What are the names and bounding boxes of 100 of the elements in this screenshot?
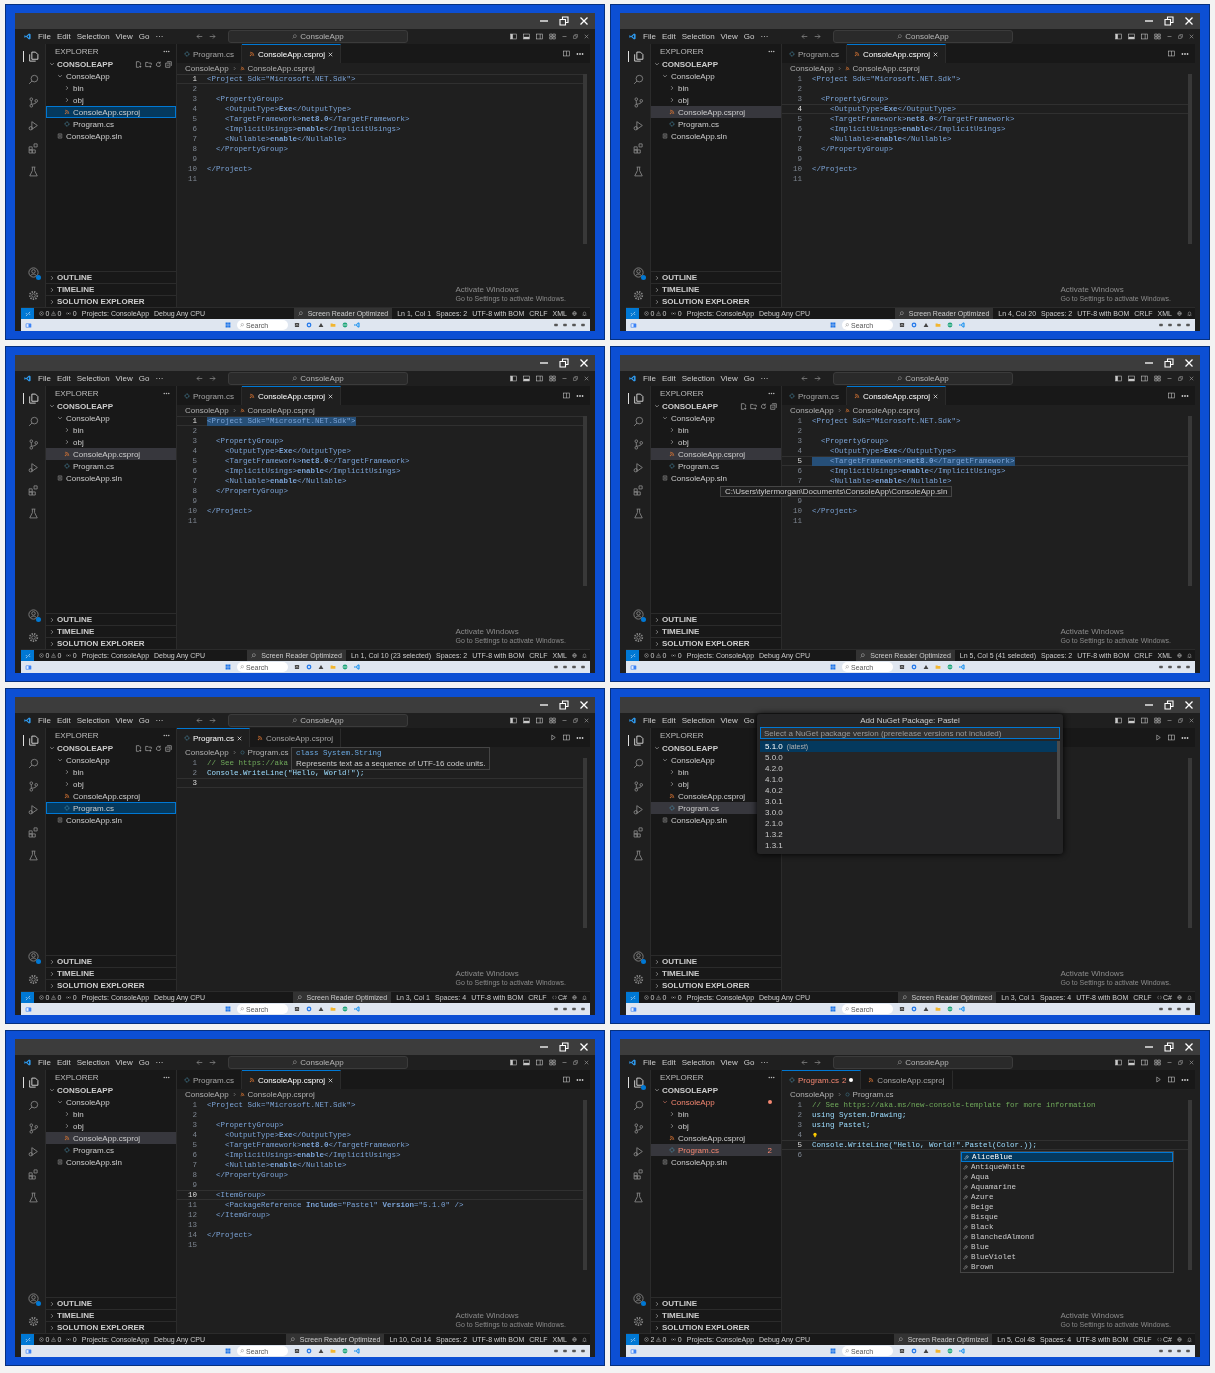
search-icon[interactable] [27, 74, 39, 85]
list-option[interactable]: 4.2.0 [760, 763, 1057, 774]
layout-icon[interactable] [1115, 375, 1122, 382]
layout-icon[interactable] [510, 1059, 517, 1066]
breadcrumb-item[interactable]: ConsoleApp [790, 1090, 834, 1099]
layout-icon[interactable] [1128, 717, 1135, 724]
files-icon[interactable] [22, 1077, 39, 1088]
breadcrumb-item[interactable]: ConsoleApp.csproj [247, 64, 315, 73]
layout-icon[interactable] [1115, 33, 1122, 40]
new-file-icon[interactable] [740, 402, 747, 410]
collapse-icon[interactable] [165, 744, 172, 752]
extensions-icon[interactable] [632, 1169, 644, 1180]
tree-item[interactable]: Program.cs 2 [651, 1144, 781, 1156]
menu-item[interactable]: File [643, 1058, 656, 1067]
files-icon[interactable] [22, 393, 39, 404]
globe-icon[interactable] [1177, 653, 1182, 658]
app-icon[interactable] [294, 322, 300, 328]
menu-item[interactable]: View [720, 716, 738, 725]
section-header[interactable]: OUTLINE [46, 613, 176, 625]
layout-icon[interactable] [536, 33, 543, 40]
menu-item[interactable]: Edit [56, 32, 71, 41]
tree-item[interactable]: Program.cs [46, 1144, 176, 1156]
tree-item[interactable]: ConsoleApp [46, 412, 176, 424]
account-icon[interactable] [632, 267, 644, 278]
breadcrumb-item[interactable]: Program.cs [247, 748, 289, 757]
bell-icon[interactable] [1187, 653, 1192, 658]
list-option[interactable]: 5.0.0 [760, 752, 1057, 763]
run-icon[interactable] [1155, 734, 1162, 741]
new-file-icon[interactable] [135, 744, 142, 752]
layout-icon[interactable] [510, 375, 517, 382]
tree-item[interactable]: ConsoleApp [46, 754, 176, 766]
tree-item[interactable]: ConsoleApp [46, 1096, 176, 1108]
zoom-icon[interactable] [860, 653, 866, 658]
app-icon[interactable] [294, 1006, 300, 1012]
zoom-icon[interactable] [897, 1337, 903, 1342]
extensions-icon[interactable] [632, 143, 644, 154]
settings-icon[interactable] [27, 632, 39, 643]
extensions-icon[interactable] [27, 143, 39, 154]
chevron-icon[interactable] [49, 1087, 55, 1093]
forward-arrow-icon[interactable] [209, 1059, 216, 1066]
list-option[interactable]: 1.3.2 [760, 829, 1057, 840]
split-editor-icon[interactable] [1168, 50, 1175, 57]
widget-icon[interactable] [630, 1005, 637, 1013]
chevron-icon[interactable] [49, 403, 55, 409]
run-debug-icon[interactable] [632, 1146, 644, 1157]
split-editor-icon[interactable] [563, 50, 570, 57]
new-folder-icon[interactable] [145, 744, 152, 752]
layout-icon[interactable] [1115, 1059, 1122, 1066]
chevron-icon[interactable] [654, 1087, 660, 1093]
run-debug-icon[interactable] [27, 462, 39, 473]
tree-item[interactable]: obj [651, 436, 781, 448]
zoom-icon[interactable] [898, 311, 904, 316]
tree-item[interactable]: ConsoleApp [651, 412, 781, 424]
run-debug-icon[interactable] [27, 804, 39, 815]
menu-item[interactable]: Selection [76, 716, 110, 725]
tree-item[interactable]: obj [46, 94, 176, 106]
section-header[interactable]: TIMELINE [46, 1309, 176, 1321]
run-debug-icon[interactable] [27, 1146, 39, 1157]
settings-icon[interactable] [632, 290, 644, 301]
source-control-icon[interactable] [632, 781, 644, 792]
section-header[interactable]: TIMELINE [651, 967, 781, 979]
menu-item[interactable]: View [720, 1058, 738, 1067]
layout-icon[interactable] [1115, 717, 1122, 724]
account-icon[interactable] [27, 609, 39, 620]
breadcrumb-item[interactable]: ConsoleApp [790, 406, 834, 415]
zoom-icon[interactable] [297, 311, 303, 316]
refresh-icon[interactable] [155, 744, 162, 752]
restore-icon[interactable] [559, 1042, 569, 1052]
editor-tab[interactable]: Program.cs [782, 44, 847, 63]
menu-item[interactable]: Edit [661, 374, 676, 383]
section-header[interactable]: OUTLINE [651, 1297, 781, 1309]
bell-icon[interactable] [1187, 1337, 1192, 1342]
tree-item[interactable]: ConsoleApp.sln [651, 130, 781, 142]
breadcrumb-item[interactable]: ConsoleApp [185, 1090, 229, 1099]
breadcrumb-item[interactable]: ConsoleApp.csproj [852, 64, 920, 73]
source-control-icon[interactable] [27, 439, 39, 450]
split-editor-icon[interactable] [563, 392, 570, 399]
command-center[interactable]: ConsoleApp [228, 30, 408, 43]
settings-icon[interactable] [632, 1316, 644, 1327]
app-icon[interactable] [899, 664, 905, 670]
section-header[interactable]: OUTLINE [651, 271, 781, 283]
forward-arrow-icon[interactable] [209, 375, 216, 382]
layout-icon[interactable] [523, 717, 530, 724]
editor-tab[interactable]: Program.cs [782, 386, 847, 405]
layout-icon[interactable] [1141, 717, 1148, 724]
tree-item[interactable]: ConsoleApp.sln [46, 1156, 176, 1168]
back-arrow-icon[interactable] [196, 717, 203, 724]
layout-icon[interactable] [1141, 1059, 1148, 1066]
tree-item[interactable]: ConsoleApp.csproj [651, 1132, 781, 1144]
settings-icon[interactable] [27, 974, 39, 985]
menu-item[interactable]: ··· [760, 32, 769, 41]
breadcrumb-item[interactable]: ConsoleApp [790, 64, 834, 73]
tree-item[interactable]: Program.cs [46, 460, 176, 472]
menu-item[interactable]: Go [743, 32, 755, 41]
layout-icon[interactable] [1141, 33, 1148, 40]
source-control-icon[interactable] [27, 781, 39, 792]
new-file-icon[interactable] [135, 60, 142, 68]
minimize-icon[interactable] [1167, 34, 1172, 39]
start-icon[interactable] [830, 664, 836, 670]
start-icon[interactable] [830, 1348, 836, 1354]
